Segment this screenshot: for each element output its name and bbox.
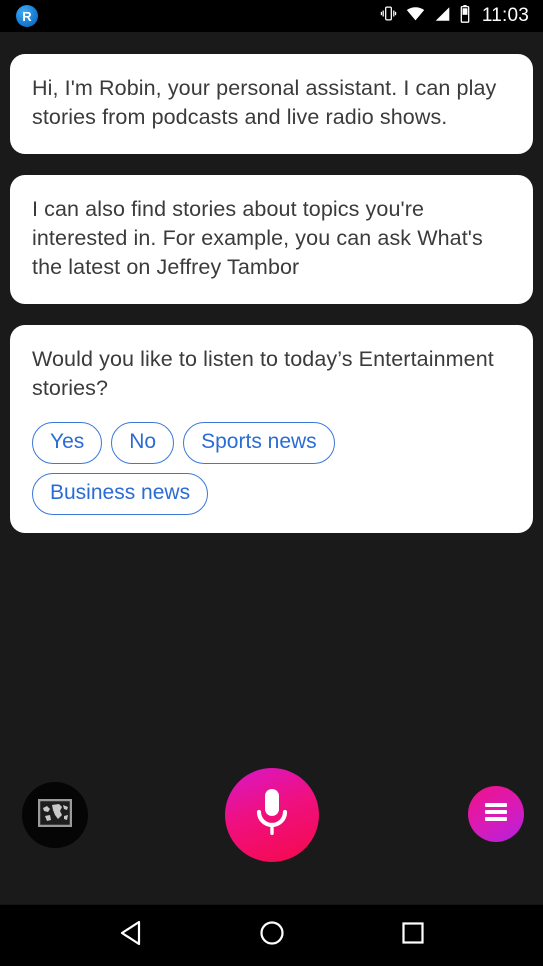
battery-icon xyxy=(460,4,470,28)
recents-square-icon xyxy=(401,921,425,950)
nav-back-button[interactable] xyxy=(104,909,158,963)
hamburger-menu-icon xyxy=(482,801,510,828)
microphone-icon xyxy=(251,786,293,845)
cellular-signal-icon xyxy=(434,6,451,27)
world-map-icon xyxy=(37,798,73,832)
message-text: I can also find stories about topics you… xyxy=(32,197,483,279)
robin-app-icon: R xyxy=(16,5,38,27)
vibrate-icon xyxy=(380,5,397,27)
status-clock: 11:03 xyxy=(481,5,529,26)
message-text: Would you like to listen to today’s Ente… xyxy=(32,347,494,400)
nav-home-button[interactable] xyxy=(245,909,299,963)
chip-sports-news[interactable]: Sports news xyxy=(183,422,335,464)
conversation-list: Hi, I'm Robin, your personal assistant. … xyxy=(0,32,543,754)
chip-yes[interactable]: Yes xyxy=(32,422,103,464)
mic-button[interactable] xyxy=(224,768,319,862)
chip-business-news[interactable]: Business news xyxy=(32,473,209,515)
menu-button[interactable] xyxy=(468,786,524,842)
back-triangle-icon xyxy=(119,920,143,951)
quick-reply-chips: Yes No Sports news Business news xyxy=(32,422,511,515)
message-bubble-with-chips: Would you like to listen to today’s Ente… xyxy=(10,325,533,533)
bottom-controls xyxy=(0,754,543,904)
message-bubble: I can also find stories about topics you… xyxy=(10,175,533,304)
status-bar: R 11:03 xyxy=(0,0,543,32)
message-text: Hi, I'm Robin, your personal assistant. … xyxy=(32,76,497,129)
map-button[interactable] xyxy=(22,782,88,848)
phone-screen: R 11:03 Hi, I'm Robin, your personal ass… xyxy=(0,0,543,966)
message-bubble: Hi, I'm Robin, your personal assistant. … xyxy=(10,54,533,154)
nav-recents-button[interactable] xyxy=(386,909,440,963)
wifi-icon xyxy=(406,6,425,27)
chip-no[interactable]: No xyxy=(111,422,175,464)
home-circle-icon xyxy=(259,920,285,951)
android-nav-bar xyxy=(0,904,543,966)
status-icons: 11:03 xyxy=(380,4,529,28)
